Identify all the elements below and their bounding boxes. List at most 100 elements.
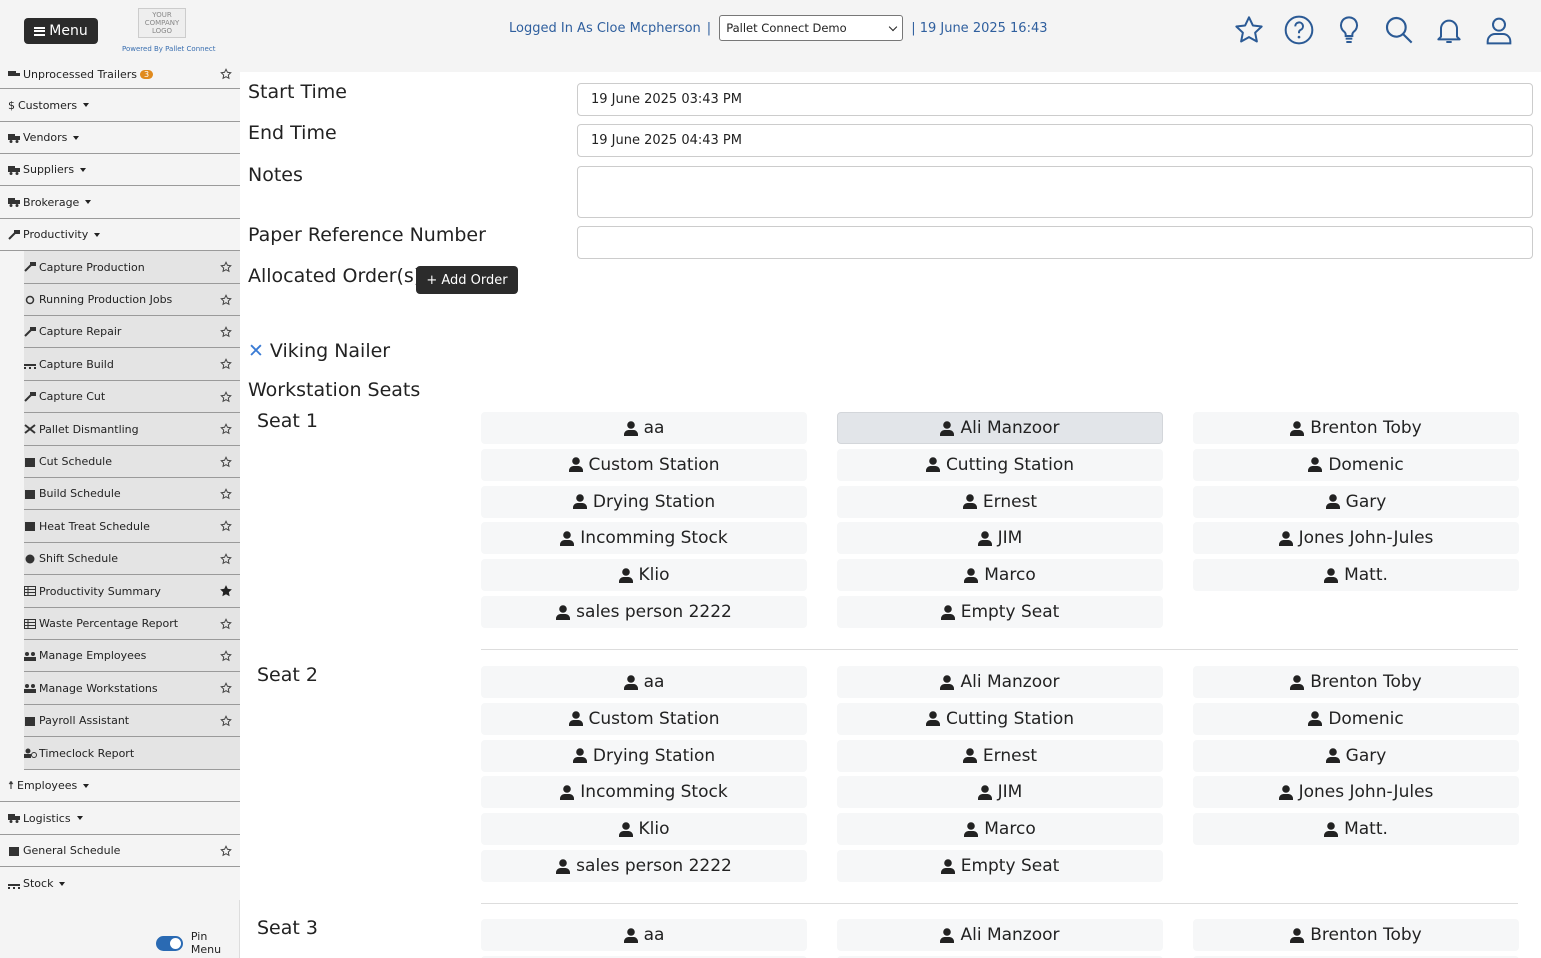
seat-option-button[interactable]: Ernest: [837, 485, 1163, 518]
sidebar-item-capture-cut[interactable]: Capture Cut: [24, 381, 240, 413]
sidebar-item-unprocessed-trailers[interactable]: Unprocessed Trailers 3: [0, 60, 240, 89]
seat-option-button[interactable]: Matt.: [1193, 559, 1519, 592]
star-icon[interactable]: [220, 649, 232, 662]
sidebar-item-manage-workstations[interactable]: Manage Workstations: [24, 672, 240, 705]
seat-option-button[interactable]: Custom Station: [481, 702, 807, 735]
seat-option-button[interactable]: Drying Station: [481, 485, 807, 518]
star-icon[interactable]: [220, 520, 232, 532]
star-icon[interactable]: [220, 682, 232, 694]
sidebar-item-pallet-dismantling[interactable]: Pallet Dismantling: [24, 413, 240, 446]
star-filled-icon[interactable]: [220, 585, 232, 597]
sidebar-item-running-production-jobs[interactable]: Running Production Jobs: [24, 284, 240, 316]
seat-option-button[interactable]: Ali Manzoor: [837, 412, 1163, 444]
sidebar-item-build-schedule[interactable]: Build Schedule: [24, 478, 240, 510]
star-icon[interactable]: [220, 552, 232, 565]
sidebar-item-employees[interactable]: ☨ Employees: [0, 770, 240, 802]
user-icon: [1278, 531, 1293, 546]
seat-option-button[interactable]: Domenic: [1193, 448, 1519, 481]
close-icon[interactable]: ✕: [248, 340, 264, 362]
sidebar-item-logistics[interactable]: Logistics: [0, 802, 240, 835]
favorites-star-icon[interactable]: [1233, 12, 1265, 48]
menu-button[interactable]: Menu: [24, 18, 98, 44]
sidebar-item-timeclock-report[interactable]: Timeclock Report: [24, 737, 240, 770]
sidebar-item-capture-build[interactable]: Capture Build: [24, 348, 240, 381]
seat-option-button[interactable]: Custom Station: [481, 448, 807, 481]
seat-option-button[interactable]: Cutting Station: [837, 448, 1163, 481]
star-icon[interactable]: [220, 617, 232, 630]
seat-option-button[interactable]: Gary: [1193, 485, 1519, 518]
star-icon[interactable]: [220, 487, 232, 500]
star-icon[interactable]: [220, 844, 232, 857]
seat-option-button[interactable]: Klio: [481, 559, 807, 592]
seat-option-button[interactable]: Empty Seat: [837, 596, 1163, 628]
seat-option-button[interactable]: Marco: [837, 813, 1163, 846]
star-icon[interactable]: [220, 293, 232, 306]
pin-menu-toggle[interactable]: [156, 935, 183, 951]
sidebar-item-general-schedule[interactable]: General Schedule: [0, 835, 240, 867]
seat-option-button[interactable]: Klio: [481, 813, 807, 846]
company-logo[interactable]: YOUR COMPANY LOGO: [138, 8, 186, 38]
seat-option-button[interactable]: Ali Manzoor: [837, 666, 1163, 698]
user-icon: [1308, 711, 1323, 727]
lightbulb-icon[interactable]: [1333, 12, 1365, 48]
sidebar-item-waste-percentage-report[interactable]: Waste Percentage Report: [24, 608, 240, 640]
seat-option-button[interactable]: JIM: [837, 776, 1163, 809]
sidebar-item-shift-schedule[interactable]: Shift Schedule: [24, 543, 240, 575]
seat-option-button[interactable]: Brenton Toby: [1193, 666, 1519, 698]
seat-option-button[interactable]: Incomming Stock: [481, 776, 807, 809]
sidebar-item-productivity[interactable]: Productivity: [0, 219, 240, 251]
notes-textarea[interactable]: [577, 166, 1533, 218]
seat-option-button[interactable]: Drying Station: [481, 739, 807, 772]
add-order-button[interactable]: + Add Order: [416, 266, 518, 294]
seat-option-button[interactable]: aa: [481, 919, 807, 951]
sidebar-item-manage-employees[interactable]: Manage Employees: [24, 640, 240, 672]
sidebar-item-capture-production[interactable]: Capture Production: [24, 251, 240, 284]
seat-option-button[interactable]: Ali Manzoor: [837, 919, 1163, 951]
star-icon[interactable]: [220, 68, 232, 80]
seat-option-button[interactable]: Gary: [1193, 739, 1519, 772]
sidebar-item-capture-repair[interactable]: Capture Repair: [24, 316, 240, 348]
seat-option-button[interactable]: Incomming Stock: [481, 522, 807, 555]
help-icon[interactable]: [1283, 12, 1315, 48]
sidebar-item-stock[interactable]: Stock: [0, 867, 240, 900]
seat-option-button[interactable]: Jones John-Jules: [1193, 522, 1519, 555]
star-icon[interactable]: [220, 261, 232, 273]
seat-option-button[interactable]: Matt.: [1193, 813, 1519, 846]
star-icon[interactable]: [220, 714, 232, 727]
seat-option-button[interactable]: Empty Seat: [837, 850, 1163, 882]
star-icon[interactable]: [220, 455, 232, 468]
sidebar-item-productivity-summary[interactable]: Productivity Summary: [24, 575, 240, 608]
search-icon[interactable]: [1383, 12, 1415, 48]
start-time-input[interactable]: 19 June 2025 03:43 PM: [577, 83, 1533, 116]
seat-option-button[interactable]: Domenic: [1193, 702, 1519, 735]
seat-option-button[interactable]: sales person 2222: [481, 596, 807, 628]
paper-reference-input[interactable]: [577, 226, 1533, 259]
sidebar-item-brokerage[interactable]: Brokerage: [0, 186, 240, 219]
sidebar-item-vendors[interactable]: Vendors: [0, 122, 240, 154]
star-icon[interactable]: [220, 390, 232, 403]
user-profile-icon[interactable]: [1483, 12, 1515, 48]
seat-option-button[interactable]: Marco: [837, 559, 1163, 592]
seat-option-button[interactable]: Brenton Toby: [1193, 412, 1519, 444]
sidebar-item-suppliers[interactable]: Suppliers: [0, 154, 240, 186]
seat-option-button[interactable]: aa: [481, 666, 807, 698]
seat-option-button[interactable]: sales person 2222: [481, 850, 807, 882]
end-time-input[interactable]: 19 June 2025 04:43 PM: [577, 124, 1533, 157]
seat-option-button[interactable]: Jones John-Jules: [1193, 776, 1519, 809]
seat-option-button[interactable]: Brenton Toby: [1193, 919, 1519, 951]
sidebar-item-customers[interactable]: $ Customers: [0, 89, 240, 122]
star-icon[interactable]: [220, 325, 232, 338]
sidebar-item-payroll-assistant[interactable]: Payroll Assistant: [24, 705, 240, 737]
star-icon[interactable]: [220, 358, 232, 370]
seat-option-button[interactable]: aa: [481, 412, 807, 444]
seat-option-button[interactable]: Ernest: [837, 739, 1163, 772]
sidebar-item-heat-treat-schedule[interactable]: Heat Treat Schedule: [24, 510, 240, 543]
company-select[interactable]: Pallet Connect Demo: [719, 15, 904, 41]
notification-bell-icon[interactable]: [1433, 12, 1465, 48]
sidebar-item-cut-schedule[interactable]: Cut Schedule: [24, 446, 240, 478]
seat-option-button[interactable]: JIM: [837, 522, 1163, 555]
calendar-icon: [24, 716, 36, 726]
truck-icon: [8, 197, 20, 207]
seat-option-button[interactable]: Cutting Station: [837, 702, 1163, 735]
star-icon[interactable]: [220, 423, 232, 435]
